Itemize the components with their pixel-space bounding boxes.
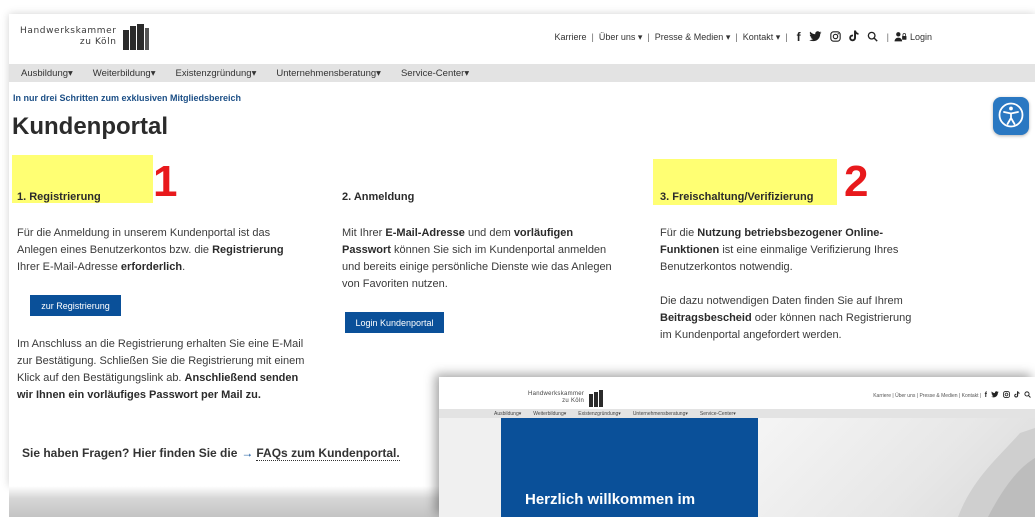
facebook-icon[interactable]: f — [985, 392, 987, 399]
overlay-nav-weiterbildung[interactable]: Weiterbildung▾ — [533, 411, 566, 417]
overlay-logo-line1: Handwerkskammer — [528, 391, 585, 397]
login-portal-button[interactable]: Login Kundenportal — [345, 312, 444, 333]
step1-description: Für die Anmeldung in unserem Kundenporta… — [17, 227, 284, 273]
overlay-link-ueber-uns[interactable]: Über uns — [895, 393, 915, 399]
overlay-welcome-text: Herzlich willkommen im — [525, 491, 696, 508]
step2-heading: 2. Anmeldung — [342, 191, 415, 203]
overlay-nav-ausbildung[interactable]: Ausbildung▾ — [494, 411, 521, 417]
step2-description: Mit Ihrer E-Mail-Adresse und dem vorläuf… — [342, 227, 612, 290]
page-title: Kundenportal — [12, 113, 168, 140]
chevron-down-icon: ▾ — [464, 67, 470, 79]
arrow-right-icon: → — [241, 446, 254, 460]
chevron-down-icon: ▾ — [725, 31, 731, 42]
search-icon[interactable] — [867, 31, 878, 44]
top-links: Karriere | Über uns ▾ | Presse & Medien … — [554, 30, 932, 44]
annotation-number-2: 2 — [844, 157, 869, 206]
facebook-icon[interactable]: f — [797, 30, 801, 44]
logo-bars-icon — [122, 24, 150, 50]
link-presse[interactable]: Presse & Medien ▾ — [655, 32, 731, 43]
instagram-icon[interactable] — [1003, 391, 1010, 400]
logo-line2: zu Köln — [79, 37, 117, 47]
nav-existenzgruendung[interactable]: Existenzgründung▾ — [176, 68, 257, 79]
nav-unternehmensberatung[interactable]: Unternehmensberatung▾ — [276, 68, 381, 79]
overlay-logo-wordmark: Handwerkskammer zu Köln — [528, 391, 584, 405]
overlay-nav-service-center[interactable]: Service-Center▾ — [700, 411, 736, 417]
faq-line: Sie haben Fragen? Hier finden Sie die → FA… — [22, 446, 400, 461]
chevron-down-icon: ▾ — [68, 67, 73, 79]
link-karriere[interactable]: Karriere — [554, 32, 586, 42]
overlay-top-links: Karriere | Über uns | Presse & Medien | … — [873, 391, 1033, 400]
overlay-link-presse[interactable]: Presse & Medien — [919, 393, 957, 399]
accessibility-button[interactable] — [993, 97, 1029, 135]
overlay-logo-bars-icon — [589, 390, 604, 407]
tiktok-icon[interactable] — [848, 30, 859, 44]
instagram-icon[interactable] — [829, 30, 841, 44]
overlay-nav-unternehmensberatung[interactable]: Unternehmensberatung▾ — [633, 411, 688, 417]
overlay-nav-existenzgruendung[interactable]: Existenzgründung▾ — [578, 411, 621, 417]
overlay-window: Handwerkskammer zu Köln Karriere | Über … — [439, 377, 1035, 517]
step1-heading: 1. Registrierung — [17, 191, 101, 203]
chevron-down-icon: ▾ — [251, 67, 257, 79]
overlay-hero-image — [758, 418, 1035, 517]
twitter-icon[interactable] — [991, 391, 999, 400]
chevron-down-icon: ▾ — [150, 67, 156, 79]
step3-description: Für die Nutzung betriebsbezogener Online… — [660, 227, 899, 273]
tiktok-icon[interactable] — [1014, 391, 1020, 400]
overlay-nav: Ausbildung▾ Weiterbildung▾ Existenzgründ… — [439, 409, 1035, 418]
login-link[interactable]: Login — [894, 31, 932, 44]
main-nav: Ausbildung▾ Weiterbildung▾ Existenzgründ… — [9, 64, 1035, 82]
login-user-icon — [894, 31, 907, 44]
nav-service-center[interactable]: Service-Center▾ — [401, 68, 469, 79]
twitter-icon[interactable] — [808, 30, 822, 44]
hwk-logo[interactable]: Handwerkskammer zu Köln — [20, 24, 150, 50]
overlay-link-kontakt[interactable]: Kontakt — [962, 393, 979, 399]
accessibility-icon — [998, 102, 1024, 128]
chevron-down-icon: ▾ — [637, 31, 643, 42]
step1-followup: Im Anschluss an die Registrierung erhalt… — [17, 338, 305, 401]
overlay-logo[interactable]: Handwerkskammer zu Köln — [528, 390, 604, 407]
nav-weiterbildung[interactable]: Weiterbildung▾ — [93, 68, 156, 79]
logo-line1: Handwerkskammer — [20, 26, 117, 36]
window-shadow-band — [9, 486, 439, 517]
teaser-text: In nur drei Schritten zum exklusiven Mit… — [13, 93, 242, 103]
chevron-down-icon: ▾ — [376, 67, 381, 79]
faq-link[interactable]: FAQs zum Kundenportal. — [256, 446, 400, 461]
search-icon[interactable] — [1024, 391, 1031, 400]
site-header: Handwerkskammer zu Köln Karriere | Über … — [9, 14, 1035, 64]
step3-heading: 3. Freischaltung/Verifizierung — [660, 191, 814, 203]
step3-data-info: Die dazu notwendigen Daten finden Sie au… — [660, 295, 912, 341]
link-kontakt[interactable]: Kontakt ▾ — [743, 32, 781, 43]
nav-ausbildung[interactable]: Ausbildung▾ — [21, 68, 73, 79]
logo-wordmark: Handwerkskammer zu Köln — [20, 26, 117, 48]
link-ueber-uns[interactable]: Über uns ▾ — [599, 32, 643, 43]
overlay-logo-line2: zu Köln — [562, 398, 585, 404]
registration-button[interactable]: zur Registrierung — [30, 295, 121, 316]
chevron-down-icon: ▾ — [775, 31, 781, 42]
annotation-number-1: 1 — [153, 157, 178, 206]
overlay-link-karriere[interactable]: Karriere — [873, 393, 891, 399]
